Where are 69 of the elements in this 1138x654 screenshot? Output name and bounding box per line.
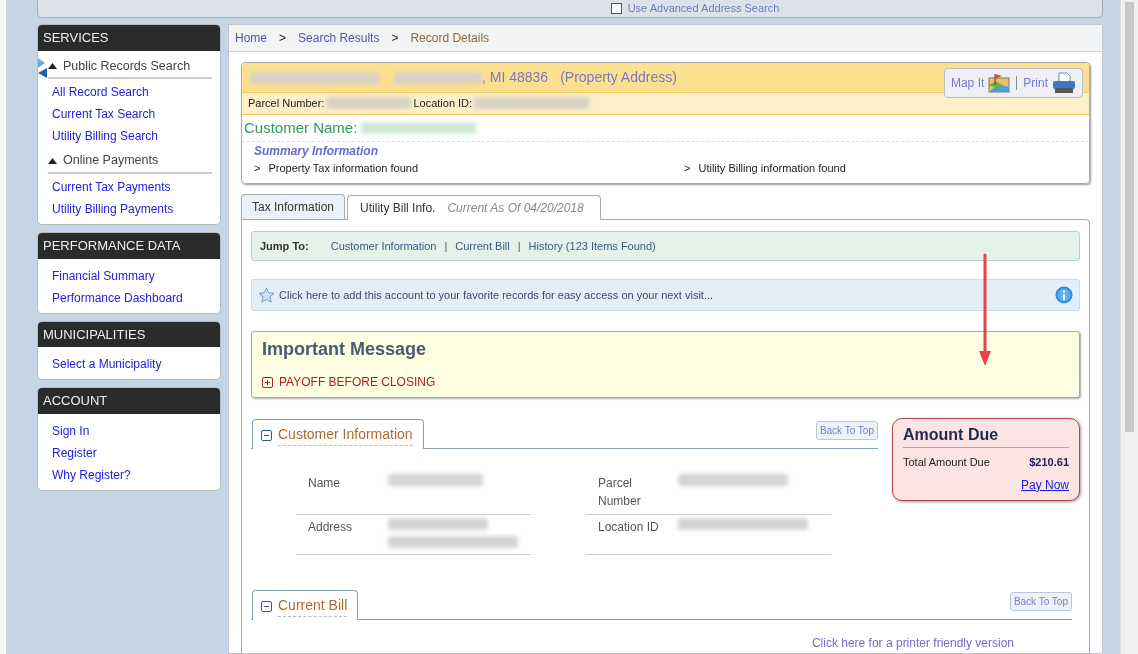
address-note: (Property Address) [560,68,677,87]
notice-text: Click here to add this account to your favorite records for easy access on your next visit... [279,287,715,303]
sidebar-link[interactable]: Why Register? [52,465,220,484]
breadcrumb-separator: > [391,30,399,47]
jump-label: Jump To: [260,238,309,254]
sidebar-link[interactable]: Financial Summary [52,266,220,285]
message-item[interactable]: PAYOFF BEFORE CLOSING [262,373,1069,391]
sidebar-link[interactable]: Select a Municipality [52,355,220,373]
jump-link[interactable]: History (123 Items Found) [528,237,656,254]
summary-item: Utility Billing information found [698,161,846,176]
sidebar-group[interactable]: Online Payments [48,151,212,174]
link-separator: | [444,238,448,254]
amount-label: Total Amount Due [903,455,990,470]
message-title: Important Message [262,338,428,361]
field-label: Location ID [598,519,660,536]
caret-up-icon [48,157,57,164]
sidebar-heading: SERVICES [38,25,220,51]
collapse-icon[interactable] [261,600,272,612]
pay-now-link[interactable]: Pay Now [903,475,1069,494]
breadcrumb-separator: > [279,30,287,47]
field-label: Name [308,475,341,492]
sidebar-link[interactable]: Register [52,443,220,462]
favorites-notice[interactable]: Click here to add this account to your favorite records for easy access on your next visit... [251,279,1080,311]
collapse-arrow-icon [38,58,47,78]
collapse-icon[interactable] [261,429,272,441]
jump-link[interactable]: Current Bill [455,237,510,254]
sidebar-link[interactable]: Sign In [52,421,220,440]
jump-link[interactable]: Customer Information [330,237,437,254]
field-label: Parcel Number [598,475,642,510]
checkbox[interactable] [610,3,622,14]
back-to-top-button[interactable]: Back To Top [1009,592,1072,611]
star-icon [258,287,275,303]
expand-icon[interactable] [262,376,273,388]
breadcrumb-link[interactable]: Search Results [298,29,380,47]
tab-note: Current As Of 04/20/2018 [447,200,584,215]
customer-label: Customer Name: [244,117,358,138]
map-icon [988,73,1011,93]
field-label: Parcel Number: [248,96,325,111]
caret-up-icon [48,62,57,69]
tab[interactable]: Tax Information [241,193,346,219]
sidebar-heading: MUNICIPALITIES [38,321,220,347]
sidebar-heading: PERFORMANCE DATA [38,233,220,259]
sidebar-link[interactable]: Utility Billing Search [52,127,220,146]
sidebar-link[interactable]: All Record Search [52,83,220,102]
info-icon [1055,286,1073,304]
section-tab[interactable]: Current Bill [252,590,359,620]
amount-value: $210.61 [1029,455,1069,470]
sidebar-link[interactable]: Current Tax Search [52,105,220,124]
summary-title: Summary Information [254,143,380,160]
field-label: Location ID: [413,96,473,111]
back-to-top-button[interactable]: Back To Top [815,421,878,440]
amount-due-title: Amount Due [903,423,1069,448]
summary-item: Property Tax information found [268,161,419,176]
sidebar-group[interactable]: Public Records Search [48,56,212,80]
sidebar-link[interactable]: Current Tax Payments [52,178,220,196]
printer-icon [1052,72,1076,94]
breadcrumb-link[interactable]: Home [235,29,267,47]
printer-friendly-link[interactable]: Click here for a printer friendly version [251,634,1014,652]
section-tab[interactable]: Customer Information [252,419,424,449]
sidebar-link[interactable]: Utility Billing Payments [52,200,220,218]
sidebar-heading: ACCOUNT [38,388,220,414]
tab[interactable]: Utility Bill Info. Current As Of 04/20/2018 [347,194,601,220]
field-label: Address [308,519,354,536]
link-separator: | [517,238,521,254]
sidebar-link[interactable]: Performance Dashboard [52,288,220,307]
address-text: , MI 48836 [482,68,549,87]
bullet-marker: > [254,161,261,176]
bullet-marker: > [684,161,691,176]
scrollbar[interactable] [1120,0,1138,654]
